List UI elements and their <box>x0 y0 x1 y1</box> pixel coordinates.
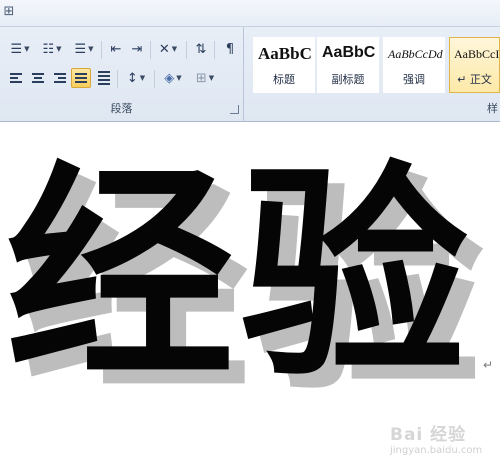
style-name-heading: 标题 <box>273 73 295 86</box>
style-normal[interactable]: AaBbCcI ↵ 正文 <box>449 37 500 93</box>
separator <box>150 41 151 59</box>
increase-indent-icon: ⇥ <box>131 41 143 57</box>
show-hide-button[interactable]: ¶ <box>220 39 240 59</box>
center-icon <box>32 73 44 83</box>
paragraph-dialog-launcher-icon[interactable] <box>230 105 239 114</box>
styles-group: AaBbC 标题 AaBbC 副标题 AaBbCcDd 强调 AaBbCcI ↵… <box>245 27 500 122</box>
style-name-normal: ↵ 正文 <box>457 73 492 86</box>
justify-icon <box>75 73 87 83</box>
watermark-url: jingyan.baidu.com <box>390 445 483 456</box>
paragraph-mark: ↵ <box>483 358 494 372</box>
increase-indent-button[interactable]: ⇥ <box>127 39 147 59</box>
shading-icon: ◈ <box>164 70 175 86</box>
multilevel-list-button[interactable]: ☰ ▼ <box>70 39 98 59</box>
style-subtitle[interactable]: AaBbC 副标题 <box>317 37 379 93</box>
ribbon: ⊞ ☰ ▼ ☷ ▼ ☰ ▼ ⇤ ⇥ ✕ ▼ ⇅ ¶ ↕ ▼ ◈ ▼ ⊞ ▼ 段落… <box>0 0 500 122</box>
numbering-icon: ☷ <box>42 41 55 57</box>
distributed-icon <box>98 71 110 85</box>
multilevel-list-icon: ☰ <box>74 41 87 57</box>
decrease-indent-icon: ⇤ <box>110 41 122 57</box>
baidu-jingyan-watermark: Bai 经验 jingyan.baidu.com <box>390 420 494 460</box>
ribbon-top-strip: ⊞ <box>0 0 500 27</box>
bullets-button[interactable]: ☰ ▼ <box>6 39 34 59</box>
separator <box>101 41 102 59</box>
decrease-indent-button[interactable]: ⇤ <box>106 39 126 59</box>
style-name-subtitle: 副标题 <box>331 73 365 86</box>
align-left-button[interactable] <box>6 68 26 88</box>
chinese-layout-icon: ✕ <box>158 41 170 57</box>
justify-button[interactable] <box>71 68 91 88</box>
borders-button[interactable]: ⊞ ▼ <box>191 68 219 88</box>
style-sample-normal: AaBbCcI <box>454 47 499 61</box>
document-text[interactable]: 经验 <box>6 160 474 388</box>
page-gap <box>0 122 500 130</box>
style-sample-emphasis: AaBbCcDd <box>388 47 443 61</box>
align-right-button[interactable] <box>50 68 70 88</box>
separator <box>154 70 155 88</box>
chinese-layout-button[interactable]: ✕ ▼ <box>154 39 182 59</box>
style-sample-subtitle: AaBbC <box>322 44 376 61</box>
line-spacing-icon: ↕ <box>126 70 138 86</box>
window-menu-icon[interactable]: ⊞ <box>0 3 18 21</box>
separator <box>117 70 118 88</box>
styles-group-label: 样 <box>487 102 498 115</box>
style-emphasis[interactable]: AaBbCcDd 强调 <box>383 37 445 93</box>
show-hide-marks-icon: ¶ <box>225 41 235 57</box>
watermark-main-text: Bai 经验 <box>390 425 467 445</box>
numbering-button[interactable]: ☷ ▼ <box>38 39 66 59</box>
separator <box>186 41 187 59</box>
borders-icon: ⊞ <box>195 70 207 86</box>
paragraph-group: ☰ ▼ ☷ ▼ ☰ ▼ ⇤ ⇥ ✕ ▼ ⇅ ¶ ↕ ▼ ◈ ▼ ⊞ ▼ 段落 <box>0 27 244 122</box>
paragraph-group-label: 段落 <box>110 102 133 115</box>
style-sample-heading: AaBbC <box>258 44 312 63</box>
distributed-button[interactable] <box>94 68 114 88</box>
shading-button[interactable]: ◈ ▼ <box>159 68 187 88</box>
sort-icon: ⇅ <box>195 41 207 57</box>
sort-button[interactable]: ⇅ <box>191 39 211 59</box>
line-spacing-button[interactable]: ↕ ▼ <box>122 68 150 88</box>
style-name-emphasis: 强调 <box>403 73 425 86</box>
bullets-icon: ☰ <box>10 41 23 57</box>
center-button[interactable] <box>28 68 48 88</box>
style-heading[interactable]: AaBbC 标题 <box>253 37 315 93</box>
align-left-icon <box>10 73 22 83</box>
align-right-icon <box>54 73 66 83</box>
separator <box>214 41 215 59</box>
